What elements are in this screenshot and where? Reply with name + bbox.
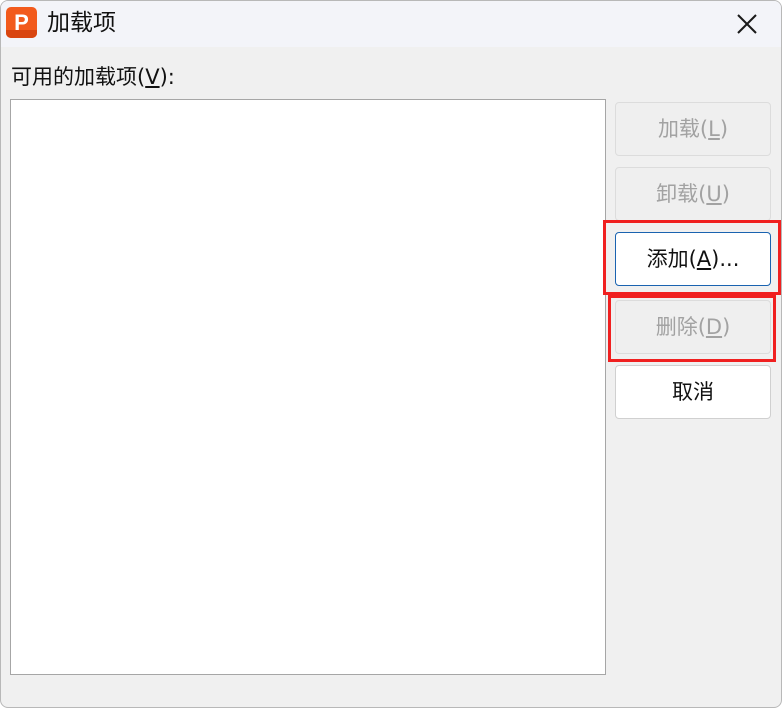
title-bar: P 加载项 bbox=[1, 1, 781, 47]
close-icon bbox=[737, 14, 757, 34]
app-icon-letter: P bbox=[14, 10, 29, 35]
addins-dialog: P 加载项 可用的加载项(V): 加载(L) 卸载(U) 添加(A)... 删除… bbox=[0, 0, 782, 708]
available-addins-list[interactable] bbox=[10, 99, 606, 675]
delete-button-highlight-box bbox=[608, 295, 776, 362]
presentation-app-icon: P bbox=[6, 7, 37, 38]
unload-button[interactable]: 卸载(U) bbox=[615, 167, 771, 221]
load-button[interactable]: 加载(L) bbox=[615, 102, 771, 156]
available-addins-label: 可用的加载项(V): bbox=[11, 65, 175, 89]
add-button-highlight-box bbox=[603, 220, 781, 295]
cancel-button[interactable]: 取消 bbox=[615, 365, 771, 419]
dialog-title: 加载项 bbox=[47, 10, 116, 36]
close-button[interactable] bbox=[723, 1, 771, 47]
